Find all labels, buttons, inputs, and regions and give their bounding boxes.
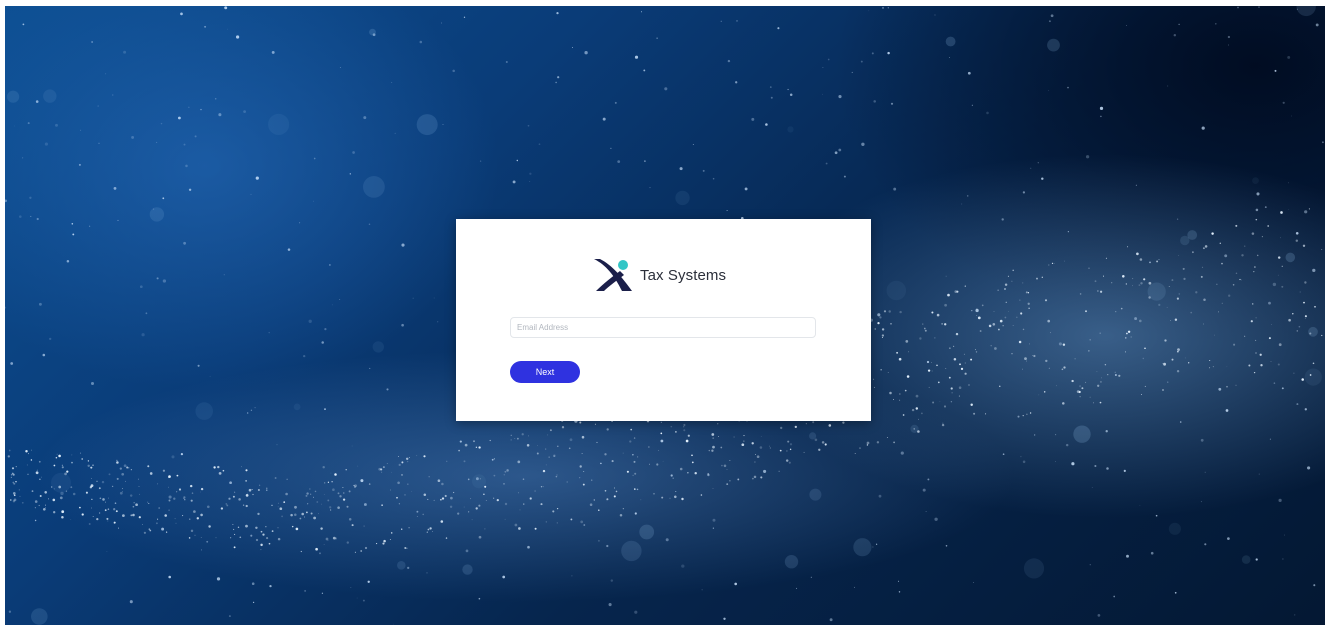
- next-button[interactable]: Next: [510, 361, 580, 383]
- brand-name: Tax Systems: [640, 266, 727, 284]
- x-logo-icon: [592, 257, 638, 293]
- brand-logo: Tax Systems: [592, 257, 726, 293]
- login-card: Tax Systems Next: [456, 219, 871, 421]
- email-address-input[interactable]: [510, 317, 816, 338]
- page-frame: Tax Systems Next: [0, 0, 1330, 629]
